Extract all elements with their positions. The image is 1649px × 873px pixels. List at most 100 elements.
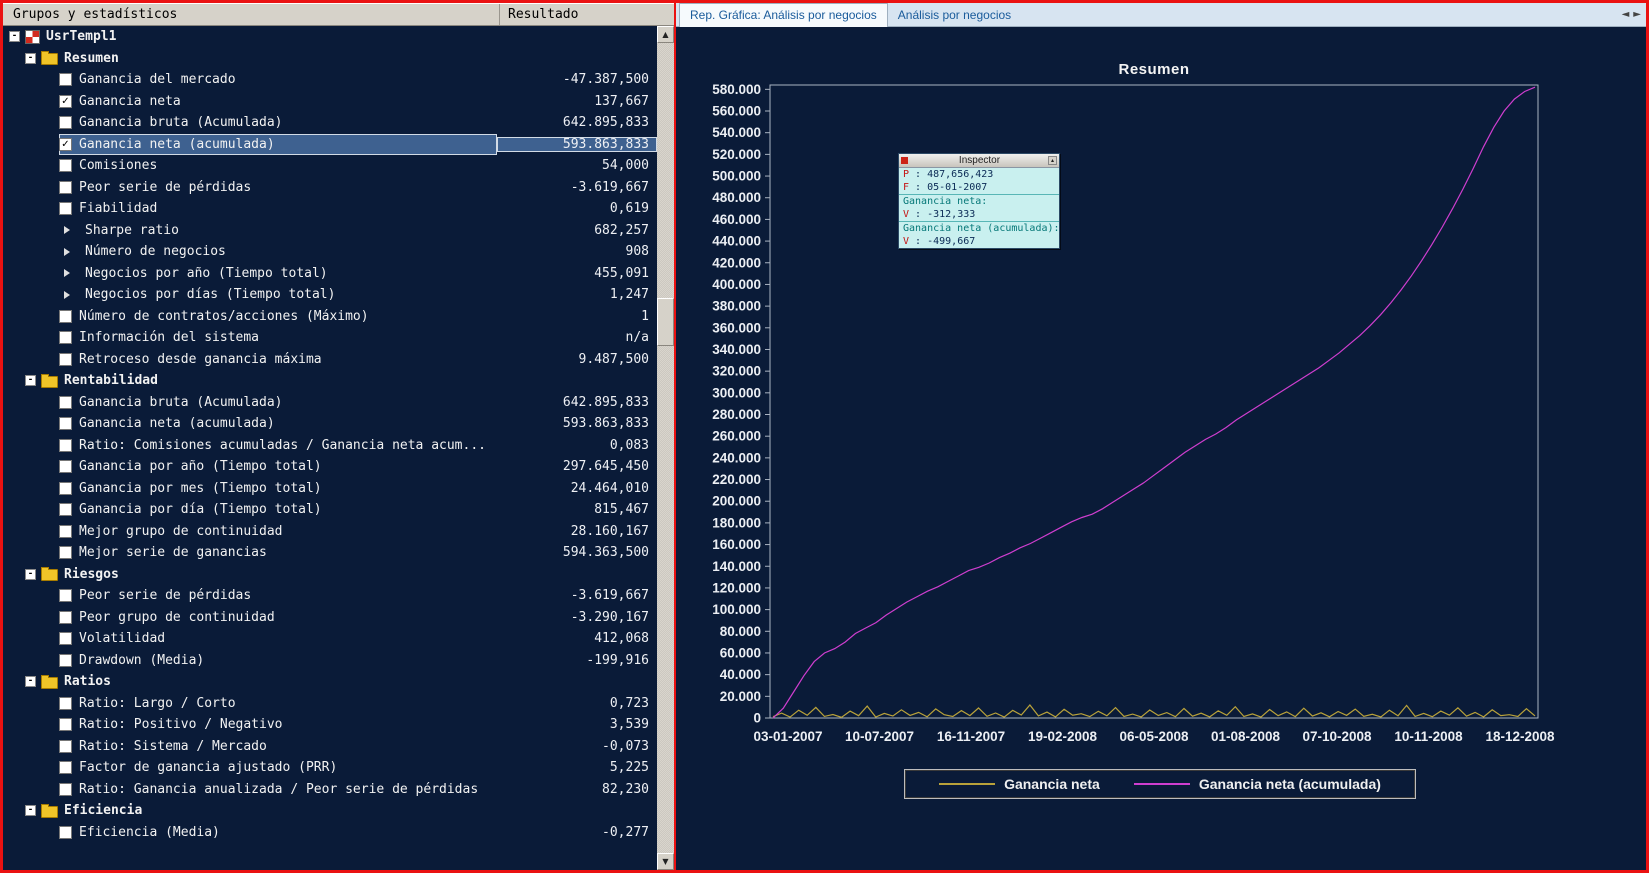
tree-stat-row[interactable]: Ganancia bruta (Acumulada)642.895,833: [3, 112, 657, 134]
tree-group-row[interactable]: -Eficiencia: [3, 800, 657, 822]
tab-analisis-negocios[interactable]: Análisis por negocios: [888, 4, 1021, 26]
stat-label: Mejor serie de ganancias: [79, 545, 267, 560]
tree-stat-row[interactable]: Ganancia del mercado-47.387,500: [3, 69, 657, 91]
tree-stat-row[interactable]: Comisiones54,000: [3, 155, 657, 177]
stat-checkbox[interactable]: [59, 310, 72, 323]
expand-arrow-icon[interactable]: [64, 291, 76, 299]
stat-label: Ratios: [64, 674, 111, 689]
expand-arrow-icon[interactable]: [64, 269, 76, 277]
scrollbar-track[interactable]: [657, 43, 674, 853]
expand-toggle[interactable]: -: [25, 805, 36, 816]
stat-checkbox[interactable]: ✓: [59, 138, 72, 151]
tree-root-row[interactable]: -UsrTempl1: [3, 26, 657, 48]
tree-stat-row[interactable]: Retroceso desde ganancia máxima9.487,500: [3, 349, 657, 371]
tree-stat-row[interactable]: ✓Ganancia neta137,667: [3, 91, 657, 113]
tree-stat-row[interactable]: Ganancia neta (acumulada)593.863,833: [3, 413, 657, 435]
stat-checkbox[interactable]: [59, 73, 72, 86]
expand-toggle[interactable]: -: [25, 676, 36, 687]
tab-rep-grafica[interactable]: Rep. Gráfica: Análisis por negocios: [679, 3, 888, 27]
inspector-titlebar[interactable]: Inspector ▴: [899, 154, 1059, 168]
expand-toggle[interactable]: -: [25, 569, 36, 580]
stat-checkbox[interactable]: [59, 697, 72, 710]
expand-arrow-icon[interactable]: [64, 226, 76, 234]
stat-checkbox[interactable]: ✓: [59, 95, 72, 108]
stat-value: 297.645,450: [497, 459, 657, 474]
stat-value: 28.160,167: [497, 524, 657, 539]
stat-checkbox[interactable]: [59, 353, 72, 366]
tree-stat-row[interactable]: Negocios por días (Tiempo total)1,247: [3, 284, 657, 306]
stat-checkbox[interactable]: [59, 482, 72, 495]
stat-checkbox[interactable]: [59, 546, 72, 559]
tree-group-row[interactable]: -Rentabilidad: [3, 370, 657, 392]
stat-checkbox[interactable]: [59, 503, 72, 516]
stat-checkbox[interactable]: [59, 654, 72, 667]
tree-stat-row[interactable]: Número de contratos/acciones (Máximo)1: [3, 306, 657, 328]
scroll-up-button[interactable]: ▲: [657, 26, 674, 43]
tree-stat-row[interactable]: Ganancia por mes (Tiempo total)24.464,01…: [3, 478, 657, 500]
stat-checkbox[interactable]: [59, 396, 72, 409]
stat-checkbox[interactable]: [59, 589, 72, 602]
stat-checkbox[interactable]: [59, 826, 72, 839]
expand-toggle[interactable]: -: [25, 53, 36, 64]
stat-checkbox[interactable]: [59, 331, 72, 344]
tree-stat-row[interactable]: Peor serie de pérdidas-3.619,667: [3, 585, 657, 607]
scroll-down-button[interactable]: ▼: [657, 853, 674, 870]
tree-stat-row[interactable]: Ratio: Ganancia anualizada / Peor serie …: [3, 779, 657, 801]
tree-stat-row[interactable]: Mejor grupo de continuidad28.160,167: [3, 521, 657, 543]
svg-text:10-07-2007: 10-07-2007: [845, 729, 914, 744]
svg-text:10-11-2008: 10-11-2008: [1394, 729, 1463, 744]
inspector-panel[interactable]: Inspector ▴ P : 487,656,423 F : 05-01-20…: [898, 153, 1060, 249]
tree-group-row[interactable]: -Resumen: [3, 48, 657, 70]
stat-checkbox[interactable]: [59, 439, 72, 452]
stat-checkbox[interactable]: [59, 116, 72, 129]
tree-stat-row[interactable]: Drawdown (Media)-199,916: [3, 650, 657, 672]
tree-stat-row[interactable]: Ratio: Largo / Corto0,723: [3, 693, 657, 715]
tree-stat-row[interactable]: Información del sisteman/a: [3, 327, 657, 349]
tree-stat-row[interactable]: Eficiencia (Media)-0,277: [3, 822, 657, 844]
stat-checkbox[interactable]: [59, 181, 72, 194]
tree-stat-row[interactable]: Ganancia bruta (Acumulada)642.895,833: [3, 392, 657, 414]
tree-stat-row[interactable]: Negocios por año (Tiempo total)455,091: [3, 263, 657, 285]
tab-scroll-left-button[interactable]: ◄: [1622, 9, 1630, 20]
statistics-tree: -UsrTempl1-ResumenGanancia del mercado-4…: [3, 26, 657, 870]
tree-stat-row[interactable]: Mejor serie de ganancias594.363,500: [3, 542, 657, 564]
tree-stat-row[interactable]: Ganancia por día (Tiempo total)815,467: [3, 499, 657, 521]
tree-stat-row[interactable]: Volatilidad412,068: [3, 628, 657, 650]
tree-scrollbar[interactable]: ▲ ▼: [657, 26, 674, 870]
stat-checkbox[interactable]: [59, 202, 72, 215]
inspector-collapse-button[interactable]: ▴: [1048, 156, 1057, 165]
equity-chart[interactable]: 020.00040.00060.00080.000100.000120.0001…: [676, 27, 1646, 870]
tree-stat-row[interactable]: Factor de ganancia ajustado (PRR)5,225: [3, 757, 657, 779]
stat-checkbox[interactable]: [59, 632, 72, 645]
stat-checkbox[interactable]: [59, 417, 72, 430]
tree-stat-row[interactable]: Ganancia por año (Tiempo total)297.645,4…: [3, 456, 657, 478]
tree-stat-row[interactable]: Fiabilidad0,619: [3, 198, 657, 220]
expand-toggle[interactable]: -: [25, 375, 36, 386]
tree-stat-row[interactable]: Ratio: Sistema / Mercado-0,073: [3, 736, 657, 758]
tree-stat-row[interactable]: Número de negocios908: [3, 241, 657, 263]
stat-checkbox[interactable]: [59, 159, 72, 172]
tree-group-row[interactable]: -Riesgos: [3, 564, 657, 586]
column-header-groups[interactable]: Grupos y estadísticos: [3, 4, 500, 25]
expand-toggle[interactable]: -: [9, 31, 20, 42]
stat-checkbox[interactable]: [59, 460, 72, 473]
stat-value: 642.895,833: [497, 395, 657, 410]
stat-checkbox[interactable]: [59, 525, 72, 538]
tree-stat-row[interactable]: Ratio: Comisiones acumuladas / Ganancia …: [3, 435, 657, 457]
stat-checkbox[interactable]: [59, 761, 72, 774]
scrollbar-thumb[interactable]: [657, 298, 674, 346]
expand-arrow-icon[interactable]: [64, 248, 76, 256]
column-header-result[interactable]: Resultado: [500, 4, 674, 25]
tree-stat-row[interactable]: ✓Ganancia neta (acumulada)593.863,833: [3, 134, 657, 156]
tab-scroll-right-button[interactable]: ►: [1633, 9, 1641, 20]
tree-stat-row[interactable]: Sharpe ratio682,257: [3, 220, 657, 242]
tree-group-row[interactable]: - Ratios: [3, 671, 657, 693]
tree-stat-row[interactable]: Peor grupo de continuidad-3.290,167: [3, 607, 657, 629]
stat-checkbox[interactable]: [59, 740, 72, 753]
stat-checkbox[interactable]: [59, 611, 72, 624]
stat-checkbox[interactable]: [59, 783, 72, 796]
statistics-panel: Grupos y estadísticos Resultado -UsrTemp…: [3, 3, 674, 870]
tree-stat-row[interactable]: Ratio: Positivo / Negativo3,539: [3, 714, 657, 736]
tree-stat-row[interactable]: Peor serie de pérdidas-3.619,667: [3, 177, 657, 199]
stat-checkbox[interactable]: [59, 718, 72, 731]
